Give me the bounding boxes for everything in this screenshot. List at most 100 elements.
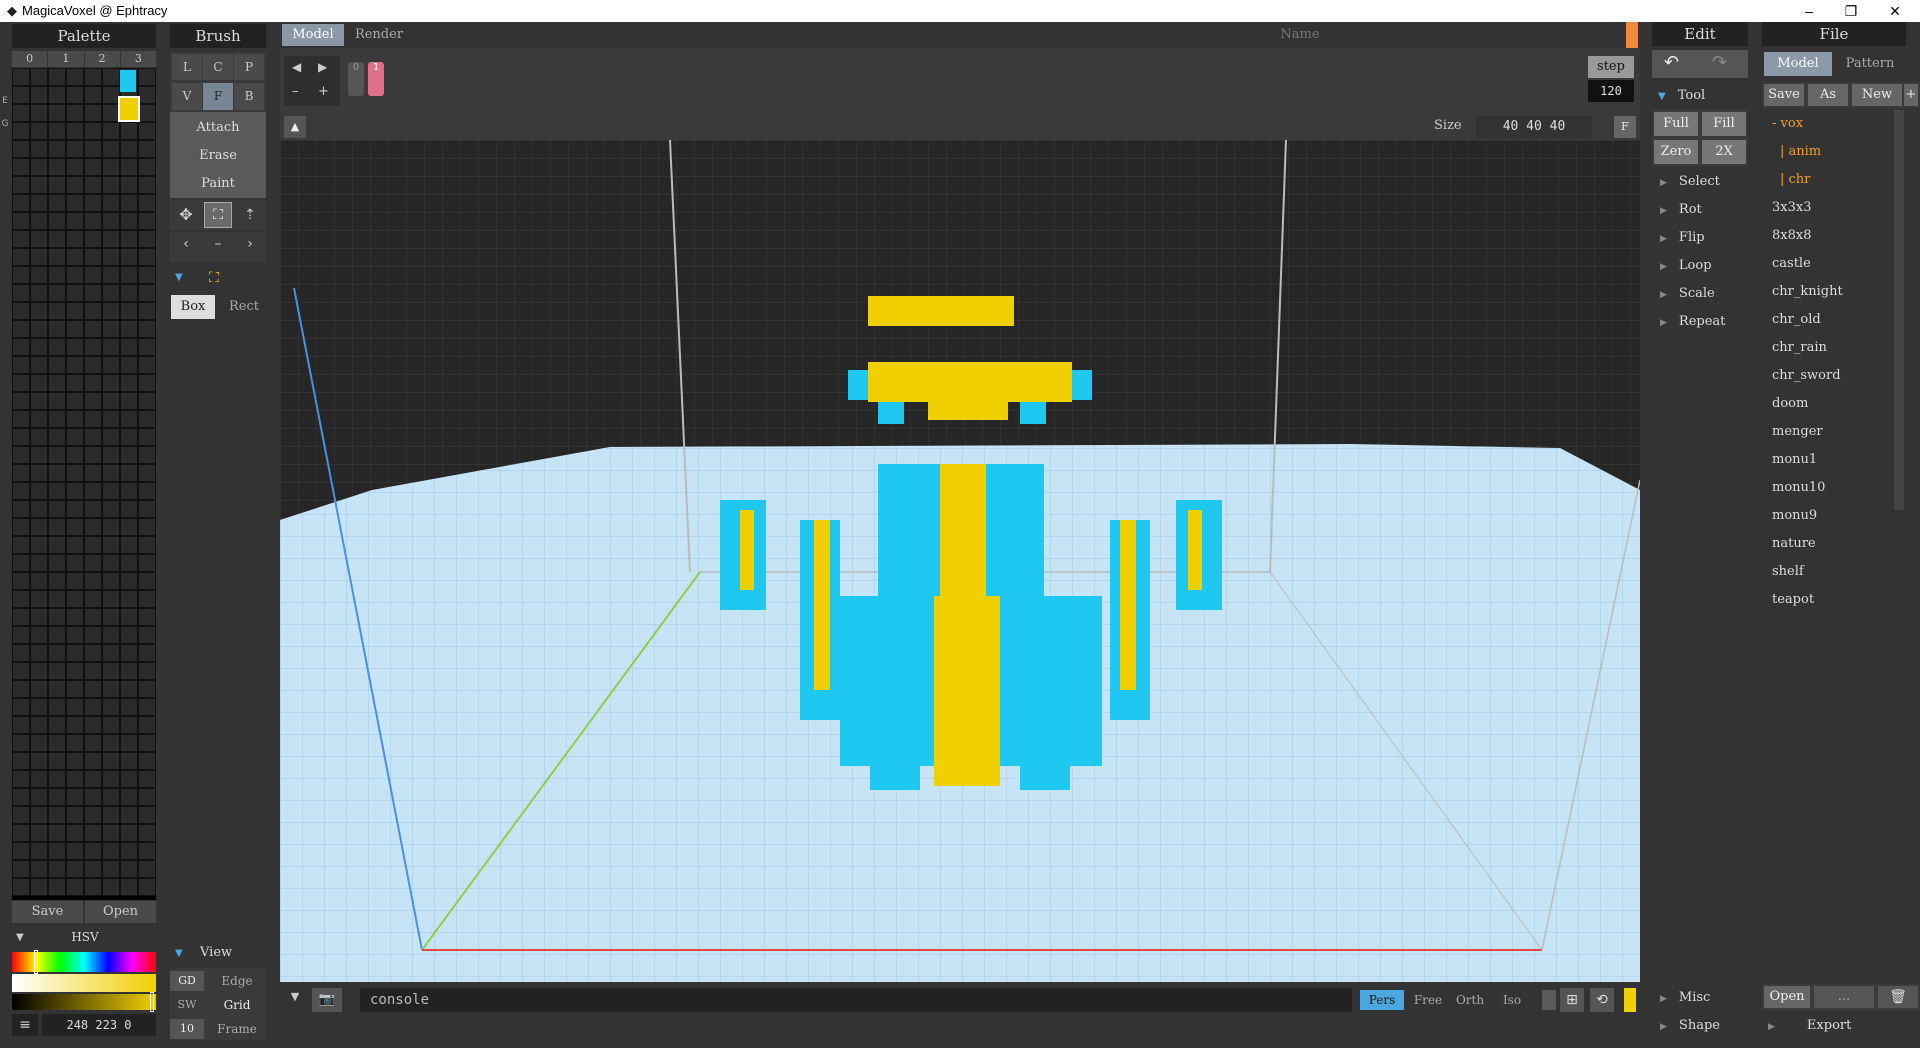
brush-l-button[interactable]: L [172,54,202,80]
paint-button[interactable]: Paint [170,172,266,196]
palette-swatch[interactable] [138,590,156,608]
palette-swatch[interactable] [138,338,156,356]
palette-swatch[interactable] [12,608,30,626]
edge-toggle[interactable]: Edge [210,971,264,991]
box-select-icon[interactable]: ⛶ [209,270,219,286]
step-value[interactable]: 120 [1588,80,1634,102]
file-list-item[interactable]: doom [1772,390,1808,418]
palette-swatch[interactable] [30,806,48,824]
palette-swatch[interactable] [12,860,30,878]
palette-swatch[interactable] [12,788,30,806]
palette-swatch[interactable] [48,194,66,212]
palette-swatch[interactable] [30,662,48,680]
size-field[interactable]: 40 40 40 [1476,116,1592,138]
palette-swatch[interactable] [102,410,120,428]
tool-2x-button[interactable]: 2X [1702,140,1746,164]
palette-swatch[interactable] [84,248,102,266]
palette-swatch[interactable] [12,698,30,716]
sw-toggle[interactable]: SW [170,995,204,1015]
palette-swatch[interactable] [12,644,30,662]
side-label-g[interactable]: G [0,119,10,129]
palette-swatch[interactable] [102,806,120,824]
palette-swatch[interactable] [48,248,66,266]
maximize-button[interactable]: ❐ [1828,0,1874,22]
menu-icon[interactable]: ≡ [12,1014,38,1036]
palette-swatch[interactable] [138,374,156,392]
palette-swatch[interactable] [30,572,48,590]
palette-swatch[interactable] [30,554,48,572]
palette-swatch[interactable] [12,410,30,428]
palette-swatch[interactable] [84,698,102,716]
palette-swatch[interactable] [30,536,48,554]
palette-swatch[interactable] [12,446,30,464]
palette-swatch[interactable] [12,554,30,572]
palette-swatch[interactable] [138,248,156,266]
palette-swatch[interactable] [102,266,120,284]
palette-swatch[interactable] [12,68,30,86]
palette-swatch[interactable] [84,68,102,86]
palette-swatch[interactable] [12,428,30,446]
palette-swatch[interactable] [12,500,30,518]
file-add-button[interactable]: + [1904,84,1918,106]
palette-swatch[interactable] [12,104,30,122]
minus-icon[interactable]: – [206,236,230,252]
palette-swatch[interactable] [120,230,138,248]
palette-swatch[interactable] [66,788,84,806]
palette-swatch[interactable] [48,410,66,428]
palette-swatch[interactable] [84,590,102,608]
palette-swatch[interactable] [138,410,156,428]
palette-swatch[interactable] [66,176,84,194]
palette-swatch[interactable] [138,500,156,518]
trash-icon[interactable]: 🗑 [1878,986,1918,1008]
palette-swatch[interactable] [12,374,30,392]
palette-swatch[interactable] [120,266,138,284]
palette-swatch[interactable] [48,698,66,716]
palette-swatch[interactable] [120,158,138,176]
brush-f-button[interactable]: F [203,83,233,110]
palette-swatch[interactable] [48,806,66,824]
palette-swatch[interactable] [120,284,138,302]
palette-swatch[interactable] [12,230,30,248]
palette-swatch[interactable] [138,752,156,770]
palette-swatch[interactable] [30,752,48,770]
palette-swatch[interactable] [48,266,66,284]
file-list-item[interactable]: 3x3x3 [1772,194,1811,222]
palette-swatch[interactable] [48,824,66,842]
palette-swatch[interactable] [102,644,120,662]
brush-c-button[interactable]: C [203,54,233,80]
palette-swatch[interactable] [48,842,66,860]
palette-swatch[interactable] [102,122,120,140]
palette-swatch[interactable] [48,644,66,662]
file-list-scrollbar[interactable] [1894,110,1904,510]
frame-remove-icon[interactable]: – [292,84,299,99]
palette-swatch[interactable] [30,302,48,320]
palette-swatch[interactable] [84,410,102,428]
palette-swatch[interactable] [138,662,156,680]
palette-swatch[interactable] [48,122,66,140]
palette-swatch[interactable] [30,626,48,644]
palette-swatch[interactable] [30,698,48,716]
palette-swatch[interactable] [12,518,30,536]
palette-swatch[interactable] [84,572,102,590]
edit-select[interactable]: ▶ Select [1660,168,1720,196]
palette-swatch[interactable] [30,158,48,176]
palette-swatch[interactable] [102,68,120,86]
palette-swatch[interactable] [66,464,84,482]
palette-swatch[interactable] [120,590,138,608]
palette-swatch[interactable] [66,626,84,644]
box-button[interactable]: Box [171,295,215,319]
palette-swatch[interactable] [30,176,48,194]
redo-icon[interactable]: ↷ [1712,52,1727,73]
view-split-icon[interactable] [1542,990,1556,1010]
palette-swatch[interactable] [12,86,30,104]
palette-swatch[interactable] [66,824,84,842]
palette-swatch[interactable] [30,230,48,248]
palette-swatch[interactable] [48,428,66,446]
palette-swatch[interactable] [120,248,138,266]
palette-swatch[interactable] [102,824,120,842]
palette-swatch[interactable] [102,140,120,158]
palette-swatch[interactable] [66,662,84,680]
palette-swatch[interactable] [138,806,156,824]
palette-swatch[interactable] [120,536,138,554]
tab-render[interactable]: Render [348,24,410,46]
